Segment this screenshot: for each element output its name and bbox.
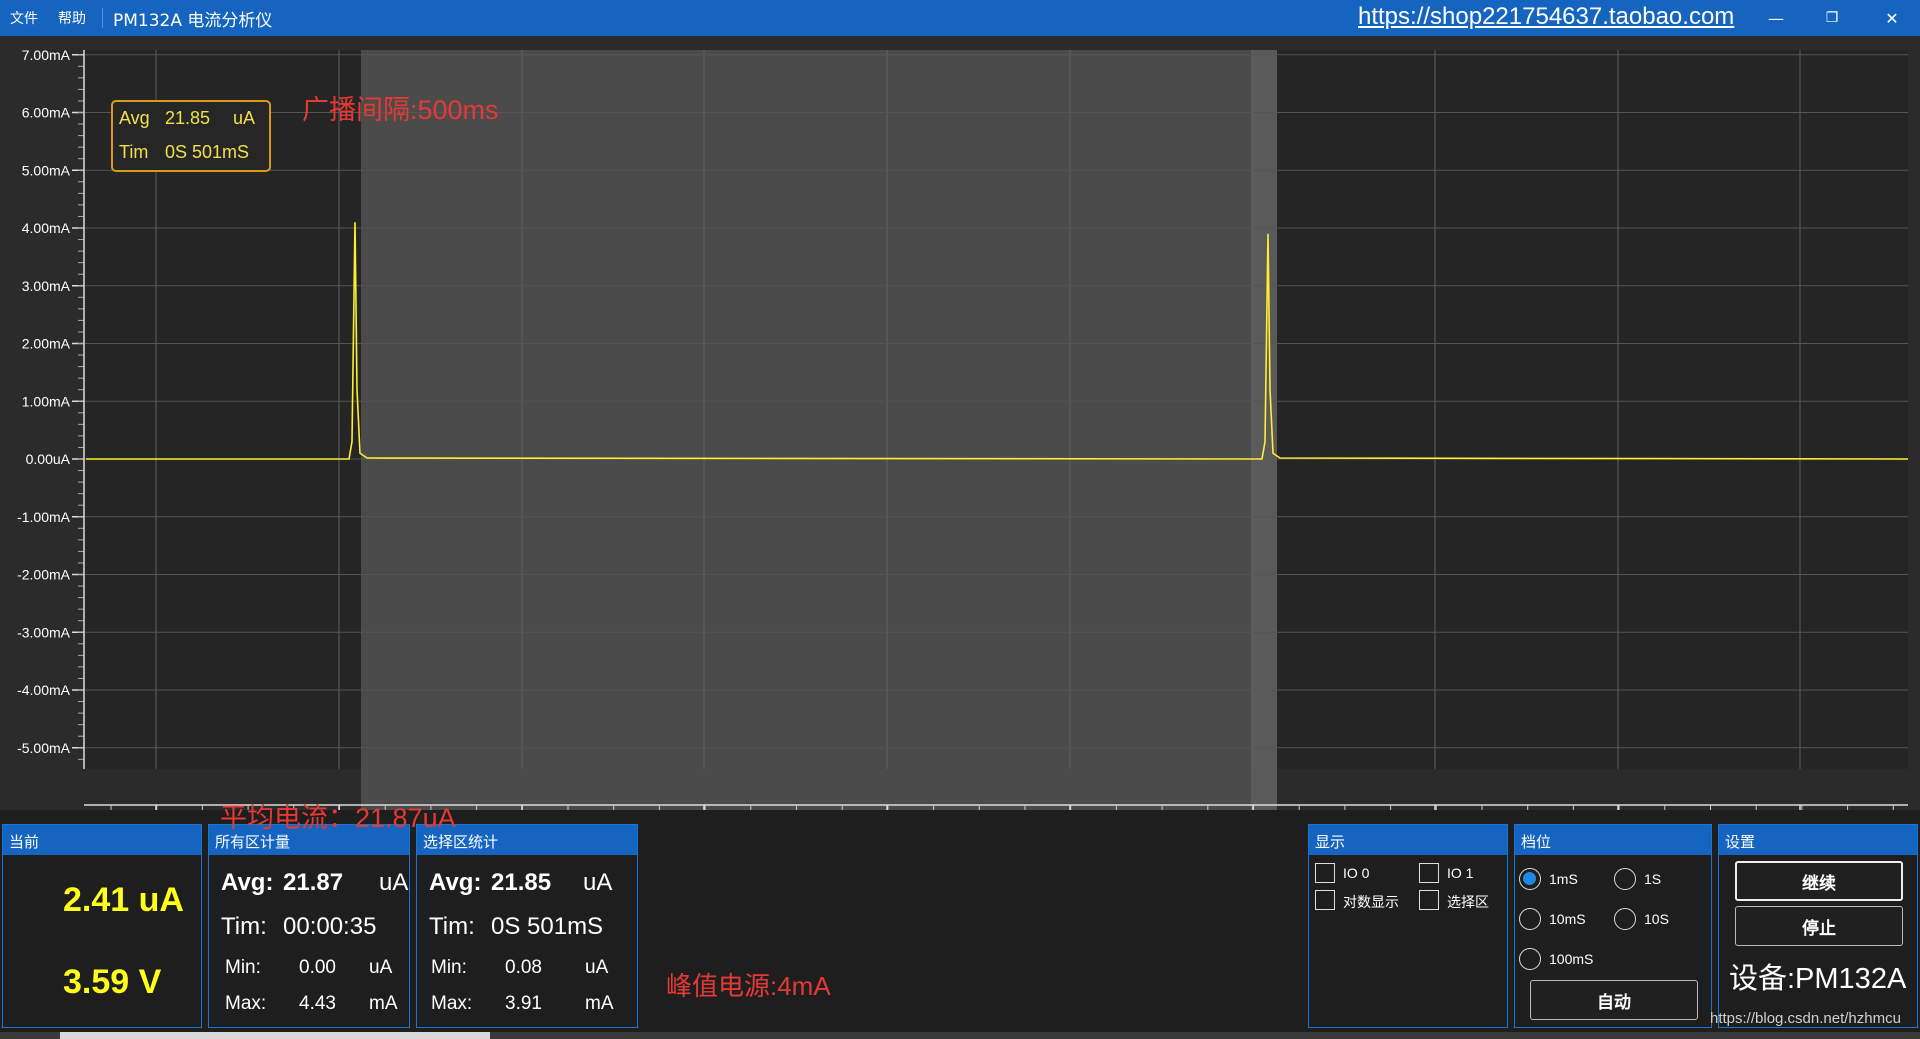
all-min-value: 0.00 <box>299 957 336 978</box>
shop-link[interactable]: https://shop221754637.taobao.com <box>1358 3 1734 31</box>
minimize-button[interactable]: — <box>1748 0 1804 36</box>
panel-display-header: 显示 <box>1309 825 1507 855</box>
all-tim-label: Tim: <box>221 913 267 940</box>
menu-help[interactable]: 帮助 <box>48 8 96 28</box>
all-min-unit: uA <box>369 957 393 978</box>
panel-selection-stats: 选择区统计 Avg: 21.85 uA Tim: 0S 501mS Min: 0… <box>416 824 638 1028</box>
y-tick-label: 5.00mA <box>22 162 71 178</box>
watermark: https://blog.csdn.net/hzhmcu <box>1710 1010 1901 1027</box>
all-min-label: Min: <box>225 957 261 978</box>
selection-region-label: 选择区 <box>1447 894 1489 910</box>
range-10s-radio[interactable] <box>1614 908 1636 930</box>
sel-tim-value: 0S 501mS <box>491 913 604 940</box>
voltage-value: 3.59 V <box>63 963 162 1001</box>
sel-min-value: 0.08 <box>505 957 542 978</box>
selection-region <box>361 50 1277 810</box>
all-avg-label: Avg: <box>221 869 274 896</box>
overlay-tim-label: Tim <box>119 142 149 162</box>
app-title: PM132A 电流分析仪 <box>113 10 273 31</box>
stop-button[interactable]: 停止 <box>1735 906 1903 946</box>
overlay-avg-unit: uA <box>233 108 256 128</box>
overlay-avg-value: 21.85 <box>165 108 211 128</box>
overlay-avg-label: Avg <box>119 108 150 128</box>
current-value: 2.41 uA <box>63 881 184 919</box>
sel-avg-value: 21.85 <box>491 869 552 896</box>
y-tick-label: 7.00mA <box>22 47 71 63</box>
y-tick-label: -4.00mA <box>17 682 71 698</box>
range-1ms-radio[interactable] <box>1519 868 1541 890</box>
annotation-avg-current: 平均电流：21.87uA <box>220 803 456 833</box>
range-1ms-label: 1mS <box>1549 871 1578 887</box>
y-tick-label: 1.00mA <box>22 393 71 409</box>
chart-panel[interactable]: 7.00mA 6.00mA 5.00mA 4.00mA 3.00mA 2.00mA 1.00… <box>0 36 1920 810</box>
y-tick-label: 3.00mA <box>22 278 71 294</box>
range-100ms-radio[interactable] <box>1519 948 1541 970</box>
all-max-value: 4.43 <box>299 993 336 1014</box>
all-avg-value: 21.87 <box>283 869 344 896</box>
selection-overlay-box: Avg 21.85 uA Tim 0S 501mS <box>111 100 271 172</box>
io1-checkbox[interactable] <box>1419 863 1439 883</box>
all-max-unit: mA <box>369 993 398 1014</box>
panel-display: 显示 IO 0 IO 1 对数显示 选择区 <box>1308 824 1508 1028</box>
y-tick-label: 0.00uA <box>26 451 71 467</box>
auto-button[interactable]: 自动 <box>1530 980 1698 1020</box>
y-tick-label: -3.00mA <box>17 624 71 640</box>
sel-max-value: 3.91 <box>505 993 542 1014</box>
overlay-tim-value: 0S 501mS <box>165 142 250 162</box>
panel-all-stats: 所有区计量 Avg: 21.87 uA Tim: 00:00:35 Min: 0… <box>208 824 410 1028</box>
range-1s-radio[interactable] <box>1614 868 1636 890</box>
sel-avg-label: Avg: <box>429 869 482 896</box>
panel-current: 当前 2.41 uA 3.59 V <box>2 824 202 1028</box>
log-display-checkbox[interactable] <box>1315 890 1335 910</box>
y-tick-label: -1.00mA <box>17 509 71 525</box>
panel-range-header: 档位 <box>1515 825 1711 855</box>
close-button[interactable]: ✕ <box>1864 0 1920 36</box>
range-100ms-label: 100mS <box>1549 951 1594 967</box>
title-separator <box>102 8 103 28</box>
current-chart[interactable]: 7.00mA 6.00mA 5.00mA 4.00mA 3.00mA 2.00mA 1.00… <box>0 36 1920 810</box>
range-1s-label: 1S <box>1644 871 1662 887</box>
y-tick-label: -5.00mA <box>17 740 71 756</box>
sel-avg-unit: uA <box>583 869 613 896</box>
io0-label: IO 0 <box>1343 865 1370 881</box>
all-avg-unit: uA <box>379 869 409 896</box>
menu-file[interactable]: 文件 <box>0 8 48 28</box>
selection-edge <box>1251 50 1277 810</box>
selection-region-checkbox[interactable] <box>1419 890 1439 910</box>
panel-current-header: 当前 <box>3 825 201 855</box>
sel-min-label: Min: <box>431 957 467 978</box>
sel-max-label: Max: <box>431 993 473 1014</box>
log-display-label: 对数显示 <box>1343 894 1399 910</box>
scrollbar-thumb[interactable] <box>60 1032 490 1039</box>
range-10ms-radio[interactable] <box>1519 908 1541 930</box>
all-max-label: Max: <box>225 993 267 1014</box>
restore-button[interactable]: ❐ <box>1804 0 1860 36</box>
panel-range: 档位 1mS 1S 10mS 10S 100mS 自动 <box>1514 824 1712 1028</box>
sel-tim-label: Tim: <box>429 913 475 940</box>
annotation-broadcast-interval: 广播间隔:500ms <box>302 95 499 125</box>
continue-button[interactable]: 继续 <box>1735 861 1903 901</box>
panel-settings: 设置 继续 停止 设备:PM132A <box>1718 824 1918 1028</box>
y-tick-label: 4.00mA <box>22 220 71 236</box>
sel-min-unit: uA <box>585 957 609 978</box>
y-tick-label: -2.00mA <box>17 567 71 583</box>
sel-max-unit: mA <box>585 993 614 1014</box>
io1-label: IO 1 <box>1447 865 1474 881</box>
panel-settings-header: 设置 <box>1719 825 1917 855</box>
annotation-peak-current: 峰值电源:4mA <box>666 971 831 1001</box>
device-label: 设备:PM132A <box>1729 963 1907 995</box>
range-10s-label: 10S <box>1644 911 1669 927</box>
io0-checkbox[interactable] <box>1315 863 1335 883</box>
all-tim-value: 00:00:35 <box>283 913 377 940</box>
y-tick-label: 2.00mA <box>22 336 71 352</box>
range-10ms-label: 10mS <box>1549 911 1586 927</box>
title-bar: 文件 帮助 PM132A 电流分析仪 https://shop221754637… <box>0 0 1920 36</box>
y-tick-label: 6.00mA <box>22 105 71 121</box>
